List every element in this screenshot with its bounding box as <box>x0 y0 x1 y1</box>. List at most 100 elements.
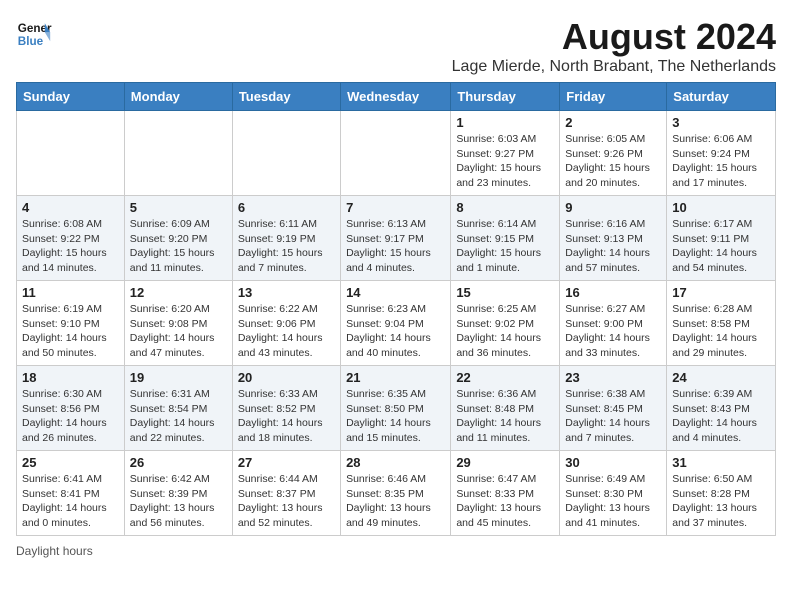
footer-note: Daylight hours <box>16 544 776 558</box>
day-info: Sunrise: 6:31 AM Sunset: 8:54 PM Dayligh… <box>130 387 227 446</box>
calendar-cell: 19Sunrise: 6:31 AM Sunset: 8:54 PM Dayli… <box>124 366 232 451</box>
day-info: Sunrise: 6:09 AM Sunset: 9:20 PM Dayligh… <box>130 217 227 276</box>
day-number: 2 <box>565 115 661 130</box>
calendar-cell: 9 Sunrise: 6:16 AM Sunset: 9:13 PM Daylig… <box>560 196 667 281</box>
calendar-cell: 26 Sunrise: 6:42 AM Sunset: 8:39 PM Dayli… <box>124 451 232 536</box>
day-number: 14 <box>346 285 445 300</box>
day-info: Sunrise: 6:42 AM Sunset: 8:39 PM Dayligh… <box>130 472 227 531</box>
day-number: 20 <box>238 370 335 385</box>
header-thursday: Thursday <box>451 83 560 111</box>
day-number: 12 <box>130 285 227 300</box>
calendar-cell: 17 Sunrise: 6:28 AM Sunset: 8:58 PM Dayli… <box>667 281 776 366</box>
day-info: Sunrise: 6:14 AM Sunset: 9:15 PM Dayligh… <box>456 217 554 276</box>
calendar-cell: 25Sunrise: 6:41 AM Sunset: 8:41 PM Dayli… <box>17 451 125 536</box>
day-info: Sunrise: 6:22 AM Sunset: 9:06 PM Dayligh… <box>238 302 335 361</box>
calendar-cell: 15Sunrise: 6:25 AM Sunset: 9:02 PM Dayli… <box>451 281 560 366</box>
day-number: 31 <box>672 455 770 470</box>
day-number: 8 <box>456 200 554 215</box>
location-subtitle: Lage Mierde, North Brabant, The Netherla… <box>452 58 776 76</box>
calendar-table: SundayMondayTuesdayWednesdayThursdayFrid… <box>16 82 776 536</box>
calendar-cell: 1 Sunrise: 6:03 AM Sunset: 9:27 PM Daylig… <box>451 111 560 196</box>
day-info: Sunrise: 6:06 AM Sunset: 9:24 PM Dayligh… <box>672 132 770 191</box>
day-info: Sunrise: 6:16 AM Sunset: 9:13 PM Dayligh… <box>565 217 661 276</box>
calendar-cell: 23 Sunrise: 6:38 AM Sunset: 8:45 PM Dayli… <box>560 366 667 451</box>
header-tuesday: Tuesday <box>232 83 340 111</box>
day-number: 30 <box>565 455 661 470</box>
calendar-cell: 4 Sunrise: 6:08 AM Sunset: 9:22 PM Daylig… <box>17 196 125 281</box>
day-number: 17 <box>672 285 770 300</box>
day-number: 5 <box>130 200 227 215</box>
day-number: 24 <box>672 370 770 385</box>
calendar-cell: 13 Sunrise: 6:22 AM Sunset: 9:06 PM Dayli… <box>232 281 340 366</box>
day-info: Sunrise: 6:11 AM Sunset: 9:19 PM Dayligh… <box>238 217 335 276</box>
logo-icon: General Blue <box>16 16 52 52</box>
day-info: Sunrise: 6:08 AM Sunset: 9:22 PM Dayligh… <box>22 217 119 276</box>
header-sunday: Sunday <box>17 83 125 111</box>
calendar-cell: 8 Sunrise: 6:14 AM Sunset: 9:15 PM Daylig… <box>451 196 560 281</box>
day-info: Sunrise: 6:13 AM Sunset: 9:17 PM Dayligh… <box>346 217 445 276</box>
day-number: 13 <box>238 285 335 300</box>
calendar-week-row: 18Sunrise: 6:30 AM Sunset: 8:56 PM Dayli… <box>17 366 776 451</box>
day-info: Sunrise: 6:33 AM Sunset: 8:52 PM Dayligh… <box>238 387 335 446</box>
calendar-cell: 29 Sunrise: 6:47 AM Sunset: 8:33 PM Dayli… <box>451 451 560 536</box>
title-area: August 2024 Lage Mierde, North Brabant, … <box>452 16 776 76</box>
day-number: 28 <box>346 455 445 470</box>
header-saturday: Saturday <box>667 83 776 111</box>
svg-text:Blue: Blue <box>18 35 44 48</box>
day-info: Sunrise: 6:38 AM Sunset: 8:45 PM Dayligh… <box>565 387 661 446</box>
month-year-title: August 2024 <box>452 16 776 58</box>
day-info: Sunrise: 6:05 AM Sunset: 9:26 PM Dayligh… <box>565 132 661 191</box>
day-number: 26 <box>130 455 227 470</box>
day-info: Sunrise: 6:46 AM Sunset: 8:35 PM Dayligh… <box>346 472 445 531</box>
day-info: Sunrise: 6:19 AM Sunset: 9:10 PM Dayligh… <box>22 302 119 361</box>
calendar-cell: 2 Sunrise: 6:05 AM Sunset: 9:26 PM Daylig… <box>560 111 667 196</box>
day-number: 9 <box>565 200 661 215</box>
calendar-cell: 16 Sunrise: 6:27 AM Sunset: 9:00 PM Dayli… <box>560 281 667 366</box>
calendar-week-row: 11Sunrise: 6:19 AM Sunset: 9:10 PM Dayli… <box>17 281 776 366</box>
calendar-cell: 5 Sunrise: 6:09 AM Sunset: 9:20 PM Daylig… <box>124 196 232 281</box>
day-info: Sunrise: 6:27 AM Sunset: 9:00 PM Dayligh… <box>565 302 661 361</box>
day-number: 21 <box>346 370 445 385</box>
day-info: Sunrise: 6:49 AM Sunset: 8:30 PM Dayligh… <box>565 472 661 531</box>
calendar-week-row: 4 Sunrise: 6:08 AM Sunset: 9:22 PM Daylig… <box>17 196 776 281</box>
calendar-cell: 30 Sunrise: 6:49 AM Sunset: 8:30 PM Dayli… <box>560 451 667 536</box>
day-info: Sunrise: 6:44 AM Sunset: 8:37 PM Dayligh… <box>238 472 335 531</box>
day-number: 25 <box>22 455 119 470</box>
day-info: Sunrise: 6:23 AM Sunset: 9:04 PM Dayligh… <box>346 302 445 361</box>
day-number: 16 <box>565 285 661 300</box>
calendar-cell: 20 Sunrise: 6:33 AM Sunset: 8:52 PM Dayli… <box>232 366 340 451</box>
day-info: Sunrise: 6:03 AM Sunset: 9:27 PM Dayligh… <box>456 132 554 191</box>
day-number: 29 <box>456 455 554 470</box>
calendar-cell <box>341 111 451 196</box>
header-friday: Friday <box>560 83 667 111</box>
calendar-cell <box>232 111 340 196</box>
calendar-cell: 31 Sunrise: 6:50 AM Sunset: 8:28 PM Dayli… <box>667 451 776 536</box>
logo: General Blue <box>16 16 52 52</box>
day-number: 23 <box>565 370 661 385</box>
day-number: 27 <box>238 455 335 470</box>
day-number: 4 <box>22 200 119 215</box>
calendar-cell: 6Sunrise: 6:11 AM Sunset: 9:19 PM Daylig… <box>232 196 340 281</box>
day-info: Sunrise: 6:50 AM Sunset: 8:28 PM Dayligh… <box>672 472 770 531</box>
calendar-week-row: 1 Sunrise: 6:03 AM Sunset: 9:27 PM Daylig… <box>17 111 776 196</box>
header: General Blue August 2024 Lage Mierde, No… <box>16 16 776 76</box>
day-info: Sunrise: 6:17 AM Sunset: 9:11 PM Dayligh… <box>672 217 770 276</box>
calendar-cell <box>17 111 125 196</box>
calendar-cell: 11Sunrise: 6:19 AM Sunset: 9:10 PM Dayli… <box>17 281 125 366</box>
day-info: Sunrise: 6:35 AM Sunset: 8:50 PM Dayligh… <box>346 387 445 446</box>
day-number: 7 <box>346 200 445 215</box>
day-info: Sunrise: 6:20 AM Sunset: 9:08 PM Dayligh… <box>130 302 227 361</box>
day-info: Sunrise: 6:47 AM Sunset: 8:33 PM Dayligh… <box>456 472 554 531</box>
calendar-cell: 10Sunrise: 6:17 AM Sunset: 9:11 PM Dayli… <box>667 196 776 281</box>
calendar-cell <box>124 111 232 196</box>
calendar-week-row: 25Sunrise: 6:41 AM Sunset: 8:41 PM Dayli… <box>17 451 776 536</box>
calendar-cell: 21 Sunrise: 6:35 AM Sunset: 8:50 PM Dayli… <box>341 366 451 451</box>
calendar-cell: 18Sunrise: 6:30 AM Sunset: 8:56 PM Dayli… <box>17 366 125 451</box>
calendar-cell: 14 Sunrise: 6:23 AM Sunset: 9:04 PM Dayli… <box>341 281 451 366</box>
day-number: 1 <box>456 115 554 130</box>
day-info: Sunrise: 6:28 AM Sunset: 8:58 PM Dayligh… <box>672 302 770 361</box>
calendar-cell: 22Sunrise: 6:36 AM Sunset: 8:48 PM Dayli… <box>451 366 560 451</box>
calendar-cell: 27 Sunrise: 6:44 AM Sunset: 8:37 PM Dayli… <box>232 451 340 536</box>
calendar-cell: 24Sunrise: 6:39 AM Sunset: 8:43 PM Dayli… <box>667 366 776 451</box>
day-number: 3 <box>672 115 770 130</box>
